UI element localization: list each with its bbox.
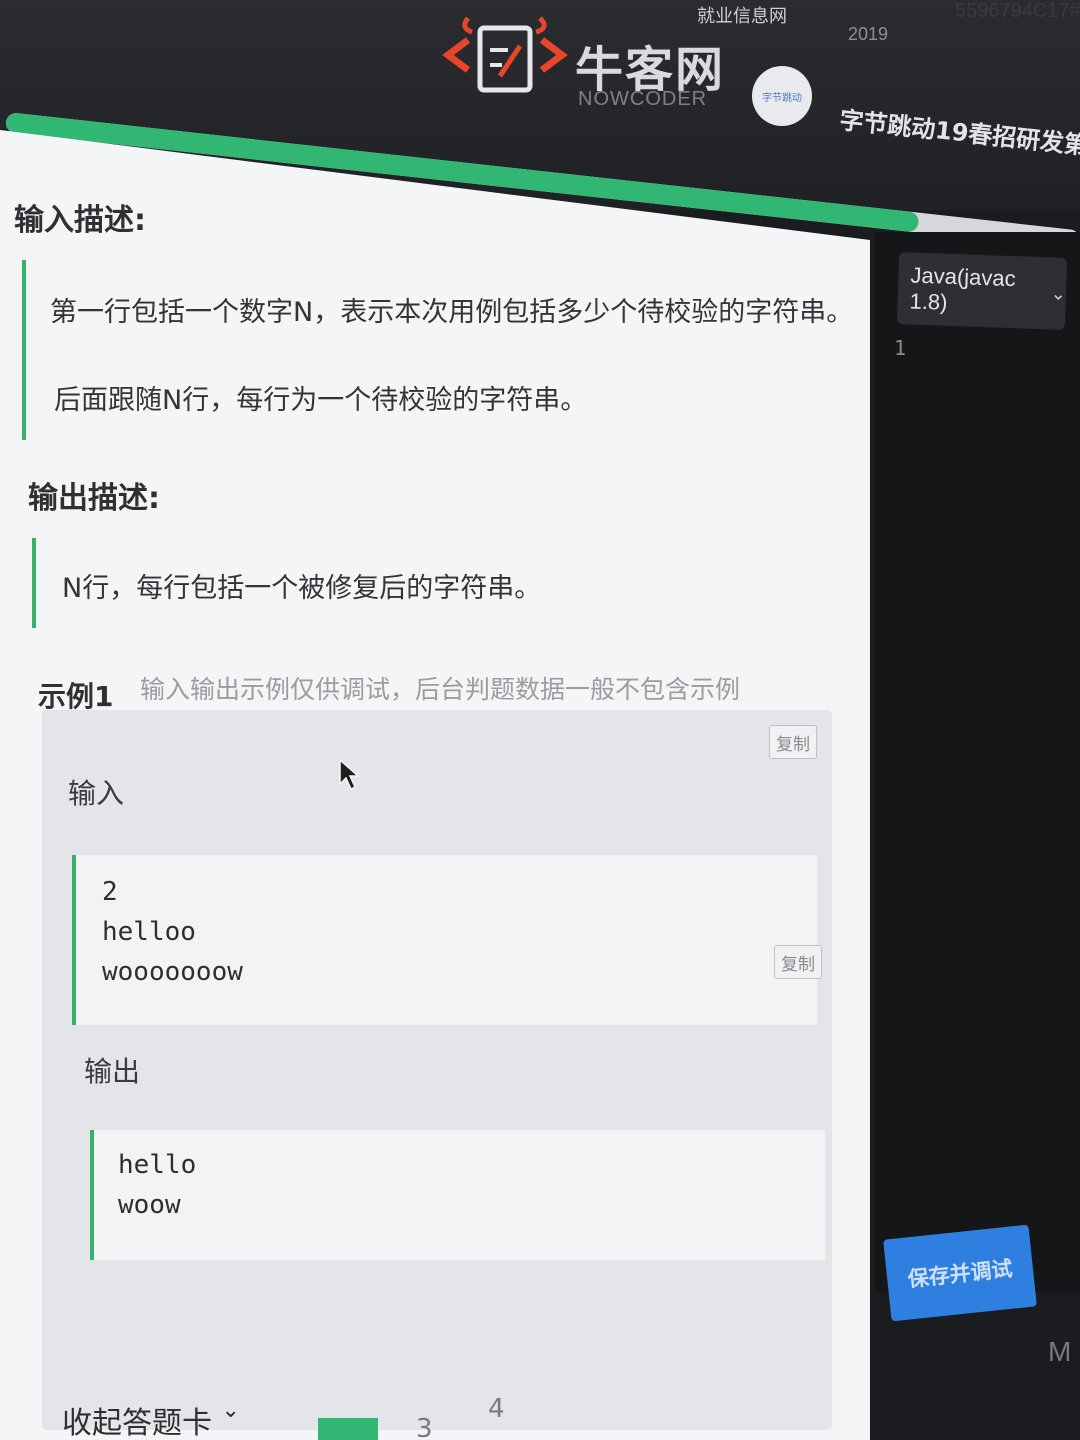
example-note: 输入输出示例仅供调试，后台判题数据一般不包含示例 [140,675,741,704]
screen: 牛客网 NOWCODER 就业信息网 2019 5596794C17#4/ 字节… [0,0,1080,1440]
example-output-box[interactable]: hello woow [90,1130,825,1260]
exam-title: 字节跳动19春招研发第一次 [838,106,1080,165]
partial-label: M [1048,1336,1072,1367]
chevron-down-icon: ⌄ [1050,282,1067,304]
brand-name-en: NOWCODER [578,88,708,110]
example-title: 示例1 [38,680,114,713]
answer-sheet-current-page[interactable] [318,1418,378,1440]
company-logo: 字节跳动 [752,66,812,126]
example-card: 复制 输入 2 helloo wooooooow 复制 输出 hello woo… [42,710,832,1430]
output-description-line: N行，每行包括一个被修复后的字符串。 [62,573,542,604]
example-input-line: 2 [102,877,118,907]
output-description-title: 输出描述: [28,481,160,516]
example-output-line: hello [118,1150,197,1180]
nowcoder-logo-icon[interactable] [440,10,570,100]
save-and-debug-button[interactable]: 保存并调试 [883,1224,1037,1322]
output-description-block: N行，每行包括一个被修复后的字符串。 [32,538,822,628]
example-input-line: wooooooow [102,957,243,987]
bookmark-job-info[interactable]: 就业信息网 [697,2,787,28]
mouse-cursor-icon [339,758,360,791]
example-input-label: 输入 [68,777,125,810]
input-description-title: 输入描述: [14,203,146,238]
input-description-block: 第一行包括一个数字N，表示本次用例包括多少个待校验的字符串。 后面跟随N行，每行… [22,260,853,440]
code-editor[interactable] [875,232,1080,1292]
problem-panel: 输入描述: 第一行包括一个数字N，表示本次用例包括多少个待校验的字符串。 后面跟… [0,130,870,1440]
language-select-value: Java(javac 1.8) [909,262,1017,315]
example-input-line: helloo [102,917,196,947]
chevron-down-icon: ⌄ [221,1398,240,1423]
url-fragment: 5596794C17#4/ [955,0,1080,22]
copy-input-button[interactable]: 复制 [769,725,817,759]
collapse-answer-sheet[interactable]: 收起答题卡 ⌄ [62,1398,240,1440]
input-description-line: 第一行包括一个数字N，表示本次用例包括多少个待校验的字符串。 [50,297,854,328]
collapse-answer-sheet-label: 收起答题卡 [62,1406,212,1440]
language-select[interactable]: Java(javac 1.8) ⌄ [896,252,1068,330]
answer-sheet-page-4[interactable]: 4 [488,1394,505,1424]
copy-output-button[interactable]: 复制 [774,945,822,979]
bookmark-2019[interactable]: 2019 [848,24,888,45]
editor-line-number: 1 [894,336,907,360]
example-input-box[interactable]: 2 helloo wooooooow [72,855,817,1025]
example-output-label: 输出 [84,1055,141,1088]
input-description-line: 后面跟随N行，每行为一个待校验的字符串。 [54,385,588,416]
example-output-line: woow [118,1190,181,1220]
answer-sheet-page-3[interactable]: 3 [416,1414,433,1440]
